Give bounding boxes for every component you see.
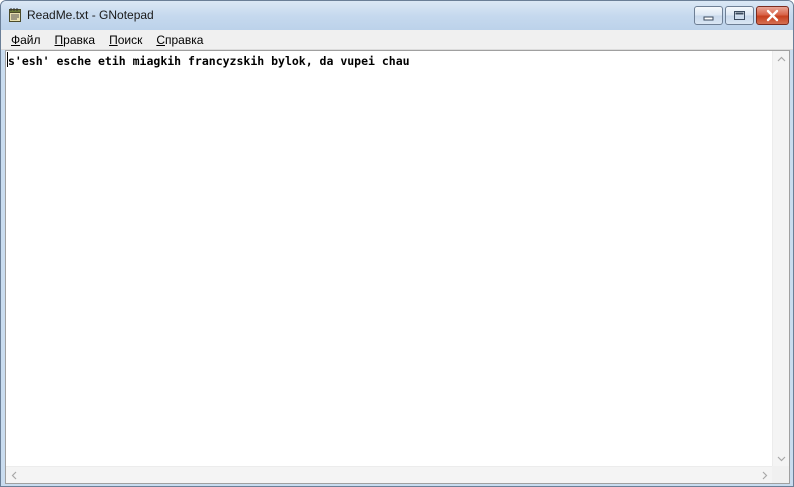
menu-bar: Файл Правка Поиск Справка: [1, 30, 793, 50]
arrow-left-icon[interactable]: [6, 467, 23, 484]
maximize-button[interactable]: [725, 6, 754, 25]
menu-file-accesskey: Ф: [11, 32, 21, 47]
editor-frame: s'esh' esche etih miagkih francyzskih by…: [5, 50, 790, 484]
scrollbar-corner: [772, 466, 789, 483]
arrow-down-icon[interactable]: [773, 450, 790, 467]
caption-buttons: [692, 6, 789, 25]
arrow-up-icon[interactable]: [773, 51, 790, 68]
menu-edit-label: равка: [63, 32, 96, 47]
minimize-button[interactable]: [694, 6, 723, 25]
menu-search-accesskey: П: [109, 32, 118, 47]
app-window: ReadMe.txt - GNotepad Файл Правка Поиск …: [0, 0, 794, 487]
menu-search-label: оиск: [117, 32, 143, 47]
text-caret: [7, 52, 8, 67]
window-title: ReadMe.txt - GNotepad: [27, 8, 154, 22]
vertical-scrollbar[interactable]: [772, 51, 789, 467]
notepad-icon[interactable]: [7, 7, 23, 23]
menu-help-accesskey: С: [156, 32, 165, 47]
menu-help[interactable]: Справка: [149, 31, 210, 49]
text-editor[interactable]: s'esh' esche etih miagkih francyzskih by…: [6, 51, 773, 467]
menu-file-label: айл: [20, 32, 41, 47]
close-button[interactable]: [756, 6, 789, 25]
arrow-right-icon[interactable]: [756, 467, 773, 484]
menu-edit[interactable]: Правка: [48, 31, 103, 49]
title-bar[interactable]: ReadMe.txt - GNotepad: [1, 1, 793, 30]
horizontal-scrollbar[interactable]: [6, 466, 773, 483]
menu-search[interactable]: Поиск: [102, 31, 149, 49]
menu-help-label: правка: [165, 32, 204, 47]
menu-file[interactable]: Файл: [4, 31, 48, 49]
menu-edit-accesskey: П: [54, 32, 64, 47]
editor-content[interactable]: s'esh' esche etih miagkih francyzskih by…: [8, 53, 773, 69]
